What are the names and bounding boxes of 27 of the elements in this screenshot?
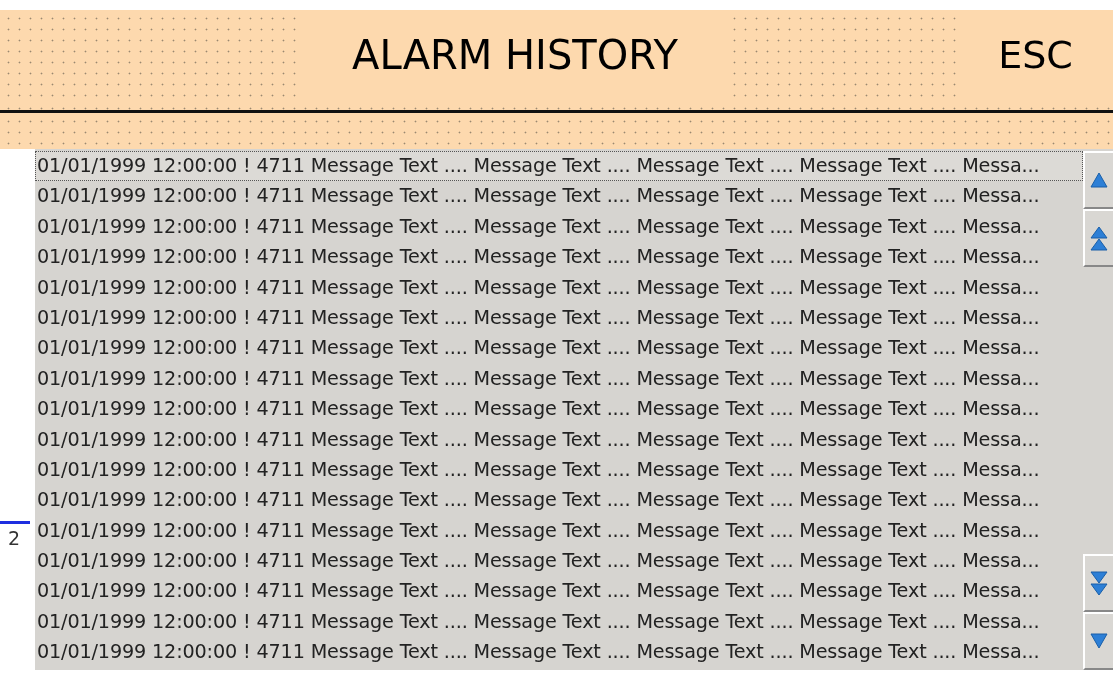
page-up-button[interactable]: [1083, 209, 1113, 267]
alarm-row[interactable]: 01/01/1999 12:00:00 ! 4711 Message Text .... Message Text .... Message Text .... Message Text .... Messa...: [35, 151, 1083, 182]
alarm-row[interactable]: 01/01/1999 12:00:00 ! 4711 Message Text .... Message Text .... Message Text .... Message Text .... Messa...: [35, 302, 1083, 334]
alarm-row[interactable]: 01/01/1999 12:00:00 ! 4711 Message Text .... Message Text .... Message Text .... Message Text .... Messa...: [35, 576, 1083, 607]
marker-line: [0, 521, 30, 524]
alarm-row[interactable]: 01/01/1999 12:00:00 ! 4711 Message Text .... Message Text .... Message Text .... Message Text .... Messa...: [35, 424, 1083, 455]
alarm-row[interactable]: 01/01/1999 12:00:00 ! 4711 Message Text .... Message Text .... Message Text .... Message Text .... Messa...: [35, 454, 1083, 486]
alarm-row[interactable]: 01/01/1999 12:00:00 ! 4711 Message Text .... Message Text .... Message Text .... Message Text .... Messa...: [35, 637, 1083, 668]
alarm-row[interactable]: 01/01/1999 12:00:00 ! 4711 Message Text .... Message Text .... Message Text .... Message Text .... Messa...: [35, 363, 1083, 395]
down-arrow-icon: [1089, 632, 1109, 650]
alarm-row[interactable]: 01/01/1999 12:00:00 ! 4711 Message Text .... Message Text .... Message Text .... Message Text .... Messa...: [35, 333, 1083, 364]
double-down-arrow-icon: [1089, 570, 1109, 596]
alarm-row[interactable]: 01/01/1999 12:00:00 ! 4711 Message Text .... Message Text .... Message Text .... Message Text .... Messa...: [35, 606, 1083, 638]
alarm-row[interactable]: 01/01/1999 12:00:00 ! 4711 Message Text .... Message Text .... Message Text .... Message Text .... Messa...: [35, 181, 1083, 212]
alarm-row[interactable]: 01/01/1999 12:00:00 ! 4711 Message Text .... Message Text .... Message Text .... Message Text .... Messa...: [35, 272, 1083, 303]
alarm-row[interactable]: 01/01/1999 12:00:00 ! 4711 Message Text .... Message Text .... Message Text .... Message Text .... Messa...: [35, 546, 1083, 577]
alarm-row[interactable]: 01/01/1999 12:00:00 ! 4711 Message Text .... Message Text .... Message Text .... Message Text .... Messa...: [35, 485, 1083, 516]
alarm-row[interactable]: 01/01/1999 12:00:00 ! 4711 Message Text .... Message Text .... Message Text .... Message Text .... Messa...: [35, 515, 1083, 547]
double-up-arrow-icon: [1089, 225, 1109, 251]
alarm-row[interactable]: 01/01/1999 12:00:00 ! 4711 Message Text .... Message Text .... Message Text .... Message Text .... Messa...: [35, 242, 1083, 273]
scroll-down-button[interactable]: [1083, 612, 1113, 670]
scroll-up-button[interactable]: [1083, 151, 1113, 209]
margin-label: 2: [8, 527, 21, 549]
alarm-row[interactable]: 01/01/1999 12:00:00 ! 4711 Message Text .... Message Text .... Message Text .... Message Text .... Messa...: [35, 211, 1083, 243]
up-arrow-icon: [1089, 171, 1109, 189]
page-down-button[interactable]: [1083, 554, 1113, 612]
alarm-row[interactable]: 01/01/1999 12:00:00 ! 4711 Message Text .... Message Text .... Message Text .... Message Text .... Messa...: [35, 394, 1083, 425]
